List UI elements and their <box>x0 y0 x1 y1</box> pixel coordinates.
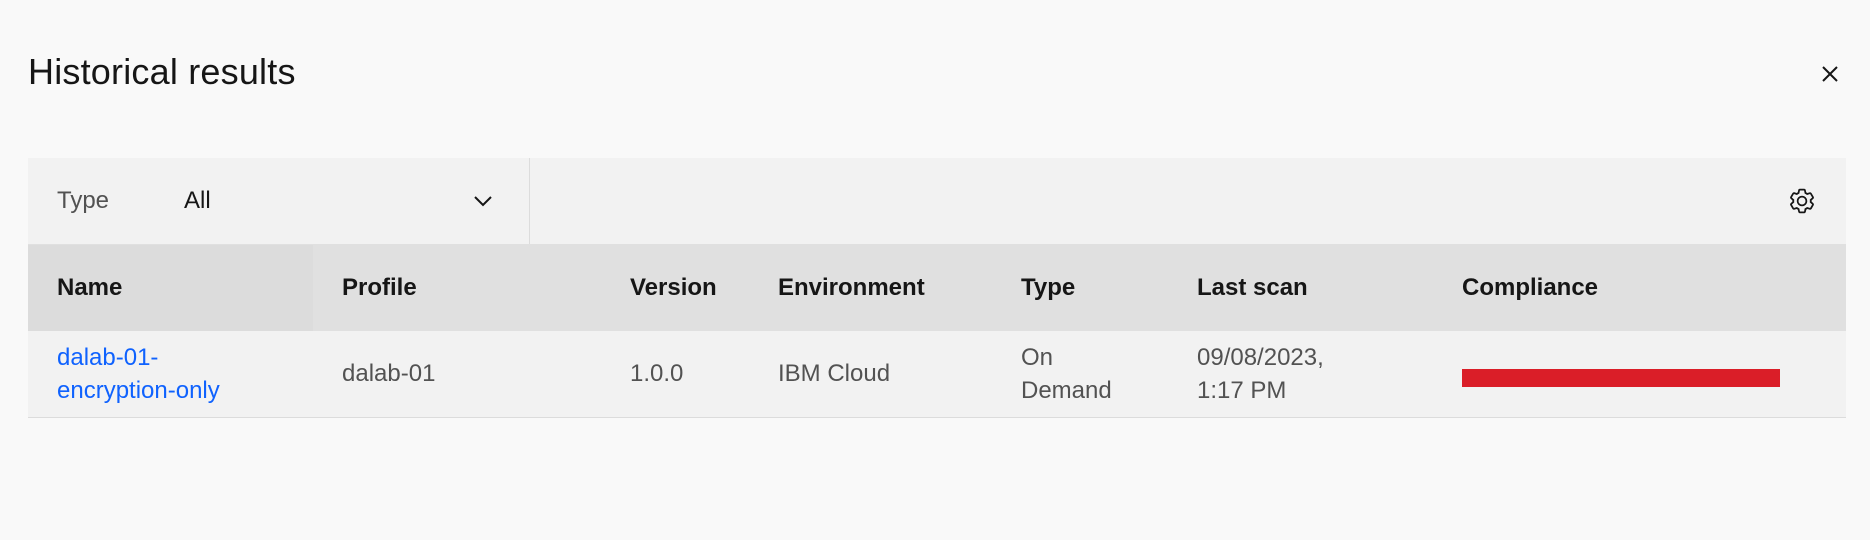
column-header-type[interactable]: Type <box>992 245 1168 331</box>
last-scan-line2: 1:17 PM <box>1197 376 1287 404</box>
results-table: Name Profile Version Environment Type La… <box>28 245 1846 418</box>
cell-last-scan: 09/08/2023, 1:17 PM <box>1168 331 1433 417</box>
column-header-profile[interactable]: Profile <box>313 245 601 331</box>
cell-compliance <box>1433 331 1846 417</box>
last-scan-line1: 09/08/2023, <box>1197 343 1324 371</box>
cell-version: 1.0.0 <box>630 360 684 388</box>
result-name-link[interactable]: dalab-01- encryption-only <box>57 341 257 407</box>
cell-profile: dalab-01 <box>342 360 436 388</box>
table-toolbar: Type All <box>28 158 1846 245</box>
type-filter-value: All <box>184 187 211 214</box>
type-filter-label: Type <box>57 187 110 214</box>
column-header-environment[interactable]: Environment <box>749 245 992 331</box>
results-table-panel: Type All Name Profile Version Environmen… <box>28 158 1846 418</box>
cell-name: dalab-01- encryption-only <box>28 331 313 417</box>
column-header-name[interactable]: Name <box>28 245 313 331</box>
type-filter-dropdown[interactable]: All <box>184 158 494 244</box>
result-name-line1: dalab-01- <box>57 343 159 371</box>
cell-environment: IBM Cloud <box>778 360 891 388</box>
column-header-version[interactable]: Version <box>601 245 749 331</box>
close-icon <box>1822 66 1838 82</box>
gear-icon <box>1790 188 1814 214</box>
result-name-line2: encryption-only <box>57 376 220 404</box>
table-row: dalab-01- encryption-only dalab-01 1.0.0 … <box>28 331 1846 417</box>
close-button[interactable] <box>1810 54 1850 94</box>
type-line1: On <box>1021 343 1054 371</box>
column-header-last-scan[interactable]: Last scan <box>1168 245 1433 331</box>
table-header-row: Name Profile Version Environment Type La… <box>28 245 1846 331</box>
type-filter: Type All <box>28 158 530 244</box>
chevron-down-icon <box>474 196 492 207</box>
table-settings-button[interactable] <box>1758 158 1846 244</box>
modal-title: Historical results <box>28 51 296 92</box>
cell-type: On Demand <box>992 331 1168 417</box>
compliance-bar <box>1462 368 1780 387</box>
type-line2: Demand <box>1021 376 1112 404</box>
column-header-compliance[interactable]: Compliance <box>1433 245 1846 331</box>
